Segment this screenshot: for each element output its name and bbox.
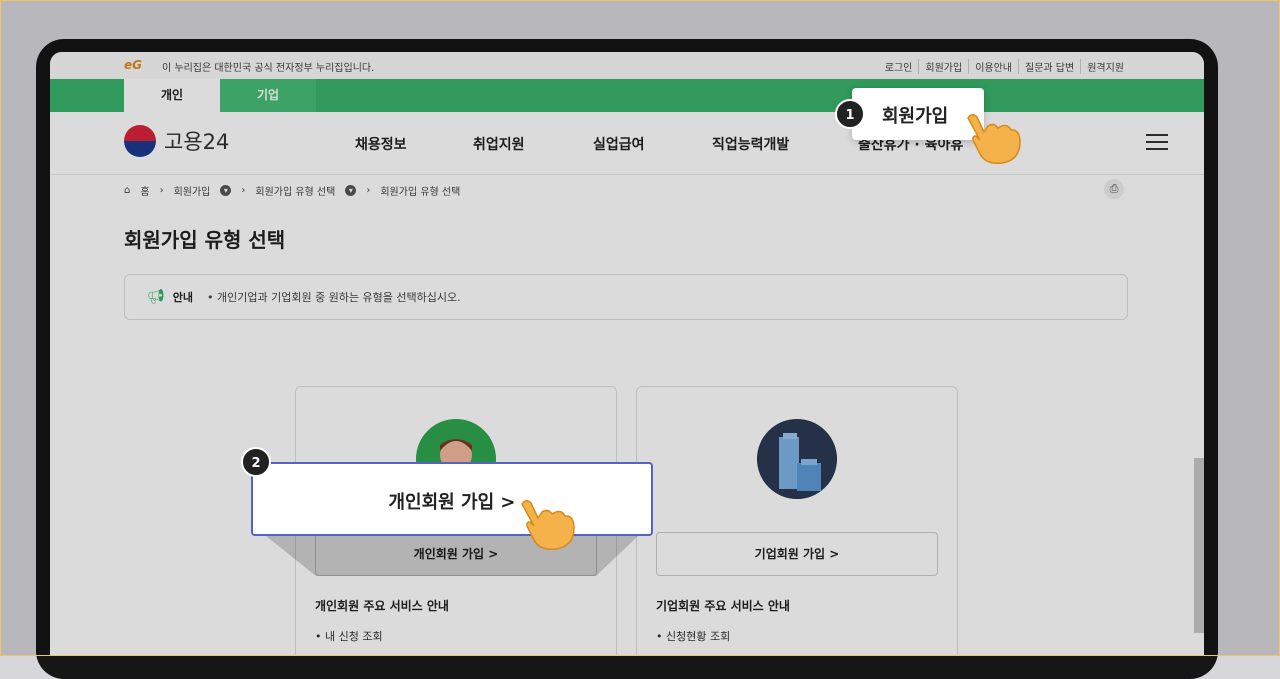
tutorial-dim-overlay [0,0,1280,656]
step-1-badge: 1 [835,99,865,129]
pointing-hand-icon [967,114,1021,165]
callout-personal-signup: 개인회원 가입 > [251,462,653,536]
callout-pointer-shadow [266,536,638,576]
step-2-badge: 2 [241,447,271,477]
callout-personal-signup-text: 개인회원 가입 > [388,492,516,513]
callout-signup-text: 회원가입 [882,106,949,127]
pointing-hand-icon [521,500,575,551]
